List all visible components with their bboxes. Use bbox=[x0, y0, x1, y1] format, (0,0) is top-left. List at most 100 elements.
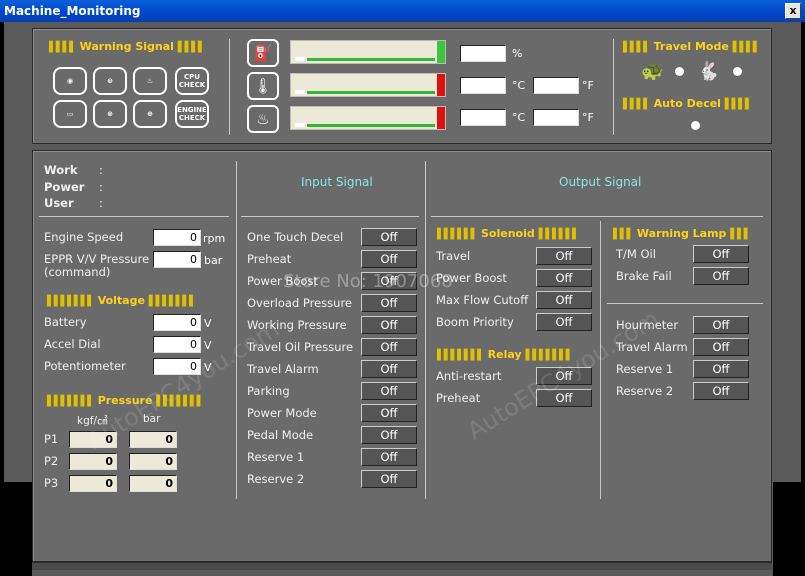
volt-unit: V bbox=[204, 317, 212, 330]
coolant-celsius-field[interactable] bbox=[460, 109, 506, 126]
solenoid-state-button[interactable]: Off bbox=[536, 313, 592, 331]
output-signal-title: Output Signal bbox=[559, 175, 642, 189]
hydraulic-temp-icon: 🌡 bbox=[247, 72, 279, 100]
travel-low-indicator bbox=[675, 67, 684, 76]
warning-lamp-state-button[interactable]: Off bbox=[693, 267, 749, 285]
bar-unit-header: bar bbox=[143, 413, 161, 425]
divider bbox=[229, 39, 230, 135]
input-signal-label: Parking bbox=[247, 384, 290, 398]
solenoid-state-button[interactable]: Off bbox=[536, 247, 592, 265]
hydraulic-celsius-field[interactable] bbox=[460, 77, 506, 94]
auto-decel-header: ▌▌▌▌ Auto Decel ▌▌▌▌ bbox=[623, 97, 753, 110]
divider bbox=[241, 216, 419, 217]
p3-kgf-field[interactable]: 0 bbox=[69, 475, 117, 492]
solenoid-label: Max Flow Cutoff bbox=[436, 293, 529, 307]
input-signal-state-button[interactable]: Off bbox=[361, 294, 417, 312]
accel-dial-label: Accel Dial bbox=[44, 337, 101, 351]
work-label: Work bbox=[44, 163, 78, 177]
input-signal-state-button[interactable]: Off bbox=[361, 316, 417, 334]
relay-label: Preheat bbox=[436, 391, 481, 405]
input-signal-state-button[interactable]: Off bbox=[361, 426, 417, 444]
input-signal-state-button[interactable]: Off bbox=[361, 360, 417, 378]
input-signal-state-button[interactable]: Off bbox=[361, 250, 417, 268]
output-state-button[interactable]: Off bbox=[693, 316, 749, 334]
output-label: Travel Alarm bbox=[616, 340, 688, 354]
p3-bar-field[interactable]: 0 bbox=[129, 475, 177, 492]
rpm-unit: rpm bbox=[203, 232, 226, 245]
volt-unit: V bbox=[204, 339, 212, 352]
auto-decel-indicator bbox=[691, 121, 700, 130]
input-signal-state-button[interactable]: Off bbox=[361, 272, 417, 290]
input-signal-state-button[interactable]: Off bbox=[361, 448, 417, 466]
bottom-right-area bbox=[773, 482, 805, 576]
input-signal-state-button[interactable]: Off bbox=[361, 382, 417, 400]
input-signal-state-button[interactable]: Off bbox=[361, 470, 417, 488]
input-signal-label: Power Boost bbox=[247, 274, 318, 288]
input-signal-label: Pedal Mode bbox=[247, 428, 314, 442]
output-state-button[interactable]: Off bbox=[693, 360, 749, 378]
accel-dial-field[interactable]: 0 bbox=[153, 336, 201, 353]
battery-field[interactable]: 0 bbox=[153, 314, 201, 331]
hydraulic-fahrenheit-field[interactable] bbox=[533, 77, 579, 94]
warning-lamp-state-button[interactable]: Off bbox=[693, 245, 749, 263]
battery-label: Battery bbox=[44, 315, 87, 329]
battery-icon: ▭ bbox=[53, 100, 87, 128]
bar-unit: bar bbox=[204, 254, 223, 267]
fuel-level-gauge bbox=[290, 40, 446, 64]
solenoid-state-button[interactable]: Off bbox=[536, 291, 592, 309]
divider bbox=[425, 161, 426, 499]
input-signal-label: Working Pressure bbox=[247, 318, 347, 332]
solenoid-state-button[interactable]: Off bbox=[536, 269, 592, 287]
percent-unit: % bbox=[512, 47, 523, 60]
relay-state-button[interactable]: Off bbox=[536, 389, 592, 407]
input-signal-state-button[interactable]: Off bbox=[361, 228, 417, 246]
bottom-left-area bbox=[0, 482, 32, 576]
potentiometer-label: Potentiometer bbox=[44, 359, 126, 373]
p2-bar-field[interactable]: 0 bbox=[129, 453, 177, 470]
relay-header: ▌▌▌▌▌▌▌ Relay ▌▌▌▌▌▌▌ bbox=[437, 348, 573, 361]
input-signal-label: One Touch Decel bbox=[247, 230, 344, 244]
p2-kgf-field[interactable]: 0 bbox=[69, 453, 117, 470]
input-signal-label: Reserve 2 bbox=[247, 472, 305, 486]
fahrenheit-unit: °F bbox=[582, 79, 594, 92]
travel-mode-header: ▌▌▌▌ Travel Mode ▌▌▌▌ bbox=[623, 40, 760, 53]
turtle-icon: 🐢 bbox=[641, 61, 664, 82]
p1-kgf-field[interactable]: 0 bbox=[69, 431, 117, 448]
potentiometer-field[interactable]: 0 bbox=[153, 358, 201, 375]
relay-label: Anti-restart bbox=[436, 369, 502, 383]
user-label: User bbox=[44, 196, 74, 210]
input-signal-label: Overload Pressure bbox=[247, 296, 352, 310]
p1-bar-field[interactable]: 0 bbox=[129, 431, 177, 448]
output-label: Reserve 2 bbox=[616, 384, 674, 398]
engine-check-icon: ENGINE CHECK bbox=[175, 100, 209, 128]
eppr-command-label: (command) bbox=[44, 265, 111, 279]
output-state-button[interactable]: Off bbox=[693, 338, 749, 356]
output-label: Hourmeter bbox=[616, 318, 679, 332]
output-label: Reserve 1 bbox=[616, 362, 674, 376]
title-bar[interactable]: Machine_Monitoring x bbox=[0, 0, 805, 22]
status-strip bbox=[32, 562, 772, 570]
output-state-button[interactable]: Off bbox=[693, 382, 749, 400]
input-signal-label: Reserve 1 bbox=[247, 450, 305, 464]
p1-label: P1 bbox=[44, 432, 59, 446]
solenoid-label: Power Boost bbox=[436, 271, 507, 285]
input-signal-state-button[interactable]: Off bbox=[361, 338, 417, 356]
window-title: Machine_Monitoring bbox=[4, 4, 141, 18]
input-signal-label: Power Mode bbox=[247, 406, 317, 420]
volt-unit: V bbox=[204, 361, 212, 374]
p2-label: P2 bbox=[44, 454, 59, 468]
fuel-percent-field[interactable] bbox=[460, 45, 506, 62]
coolant-fahrenheit-field[interactable] bbox=[533, 109, 579, 126]
engine-speed-field[interactable]: 0 bbox=[153, 229, 201, 246]
relay-state-button[interactable]: Off bbox=[536, 367, 592, 385]
eppr-field[interactable]: 0 bbox=[153, 251, 201, 268]
divider bbox=[600, 221, 601, 499]
divider bbox=[613, 39, 614, 135]
air-cleaner-icon: ⊛ bbox=[93, 67, 127, 95]
cpu-check-icon: CPU CHECK bbox=[175, 67, 209, 95]
input-signal-state-button[interactable]: Off bbox=[361, 404, 417, 422]
fahrenheit-unit: °F bbox=[582, 111, 594, 124]
machine-monitoring-window: Machine_Monitoring x ▌▌▌▌ Warning Signal… bbox=[0, 0, 805, 576]
divider bbox=[607, 303, 763, 304]
close-button[interactable]: x bbox=[785, 3, 801, 19]
